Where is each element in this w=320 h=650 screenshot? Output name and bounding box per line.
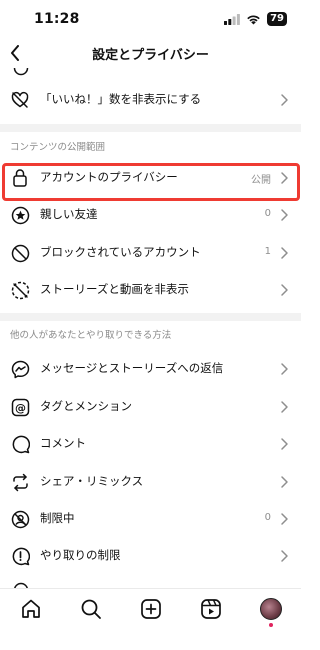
row-messages[interactable]: メッセージとストーリーズへの返信 [0, 351, 301, 388]
tab-reels[interactable] [199, 597, 223, 621]
search-icon [81, 599, 101, 619]
row-hide-likes[interactable]: 「いいね！」数を非表示にする [0, 82, 301, 119]
row-value: 1 [264, 246, 271, 257]
section-header-content-visibility: コンテンツの公開範囲 [10, 142, 106, 153]
section-divider [0, 124, 301, 132]
chevron-right-icon [281, 94, 288, 106]
tab-search[interactable] [79, 597, 103, 621]
settings-list[interactable]: 「いいね！」数を非表示にする コンテンツの公開範囲 アカウントのプライバシー 公… [0, 68, 301, 588]
row-label: ストーリーズと動画を非表示 [40, 282, 189, 296]
row-tags-mentions[interactable]: @ タグとメンション [0, 389, 301, 426]
status-icons: 79 [224, 12, 287, 26]
partially-visible-row [0, 68, 301, 78]
svg-text:@: @ [15, 401, 26, 414]
status-bar: 11:28 79 [0, 0, 301, 40]
section-header-interactions: 他の人があなたとやり取りできる方法 [10, 330, 172, 341]
reels-icon [201, 599, 221, 619]
partially-visible-row [0, 580, 301, 588]
chevron-right-icon [281, 438, 288, 450]
notification-dot [269, 623, 273, 627]
row-label: アカウントのプライバシー [40, 170, 178, 184]
repost-icon [10, 472, 30, 492]
row-label: 「いいね！」数を非表示にする [40, 92, 202, 106]
chevron-right-icon [281, 247, 288, 259]
messenger-icon [10, 359, 30, 379]
tab-profile[interactable] [259, 597, 283, 627]
chevron-right-icon [281, 172, 288, 184]
chevron-right-icon [281, 401, 288, 413]
heart-off-icon [10, 90, 30, 110]
tab-home[interactable] [19, 597, 43, 621]
alert-bubble-icon [10, 546, 30, 566]
chevron-right-icon [281, 363, 288, 375]
row-label: コメント [40, 436, 86, 450]
create-icon [141, 599, 161, 619]
row-label: 親しい友達 [40, 207, 98, 221]
chevron-right-icon [281, 476, 288, 488]
row-value: 0 [264, 512, 271, 523]
row-label: やり取りの制限 [40, 548, 121, 562]
row-hide-story[interactable]: ストーリーズと動画を非表示 [0, 272, 301, 309]
row-limit-interactions[interactable]: やり取りの制限 [0, 538, 301, 575]
signal-icon [224, 13, 240, 25]
block-icon [10, 243, 30, 263]
lock-icon [10, 168, 30, 188]
chevron-right-icon [281, 550, 288, 562]
chevron-right-icon [281, 284, 288, 296]
row-sharing-remix[interactable]: シェア・リミックス [0, 464, 301, 501]
tab-bar [0, 588, 301, 650]
row-close-friends[interactable]: 親しい友達 0 [0, 197, 301, 234]
profile-avatar [260, 598, 282, 620]
page-title: 設定とプライバシー [92, 48, 209, 63]
star-circle-icon [10, 205, 30, 225]
story-off-icon [10, 280, 30, 300]
row-label: シェア・リミックス [40, 474, 144, 488]
row-restricted[interactable]: 制限中 0 [0, 501, 301, 538]
tab-create[interactable] [139, 597, 163, 621]
status-time: 11:28 [34, 11, 80, 27]
nav-bar: 設定とプライバシー [0, 40, 301, 68]
section-divider [0, 313, 301, 321]
row-label: ブロックされているアカウント [40, 245, 201, 259]
at-sign-icon: @ [10, 397, 30, 417]
restricted-user-icon [10, 509, 30, 529]
row-label: 制限中 [40, 511, 75, 525]
row-value: 0 [264, 208, 271, 219]
row-account-privacy[interactable]: アカウントのプライバシー 公開 [0, 160, 301, 197]
row-blocked-accounts[interactable]: ブロックされているアカウント 1 [0, 235, 301, 272]
row-label: タグとメンション [40, 399, 132, 413]
battery-indicator: 79 [267, 12, 287, 26]
row-label: メッセージとストーリーズへの返信 [40, 361, 224, 375]
chevron-right-icon [281, 209, 288, 221]
partial-icon [13, 68, 29, 76]
row-value: 公開 [251, 175, 271, 186]
wifi-icon [247, 14, 260, 24]
comment-icon [10, 434, 30, 454]
chevron-right-icon [281, 513, 288, 525]
row-comments[interactable]: コメント [0, 426, 301, 463]
home-icon [22, 599, 40, 618]
